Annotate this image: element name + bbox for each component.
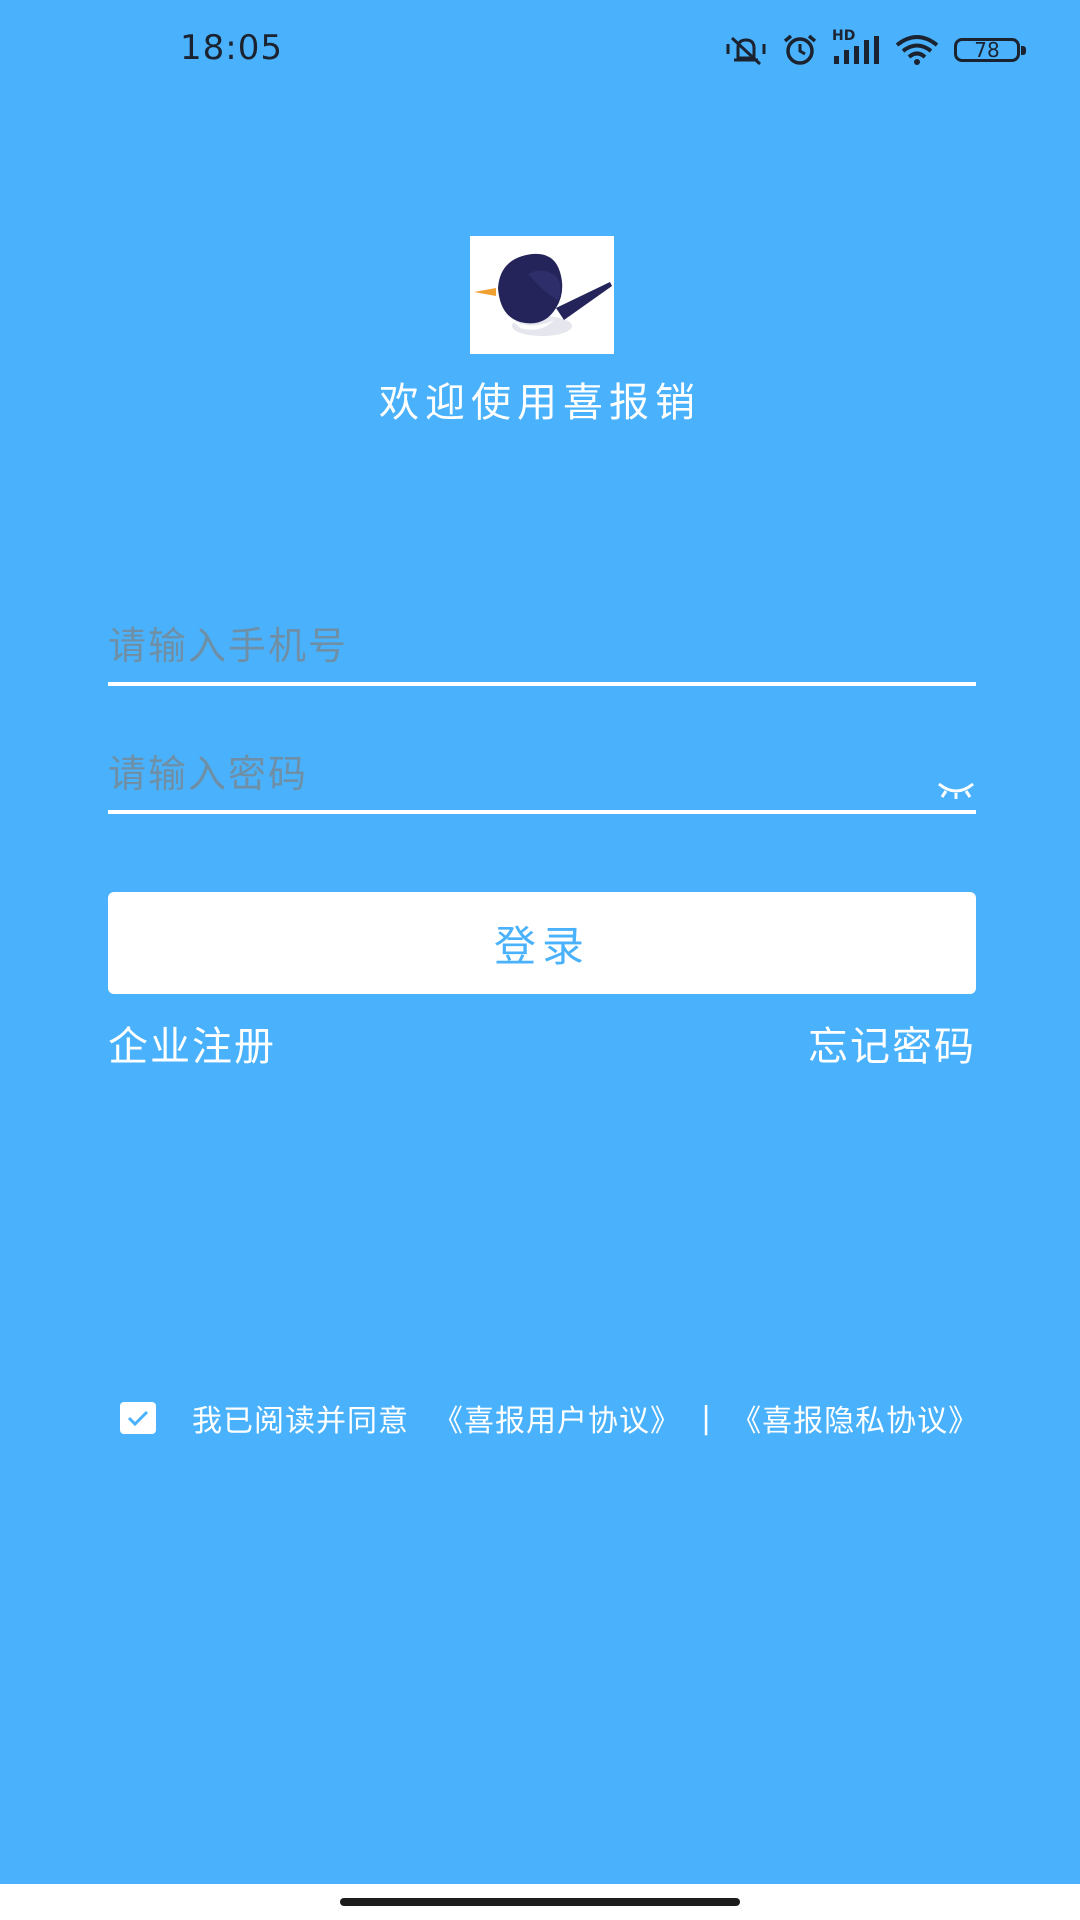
phone-input[interactable] bbox=[108, 616, 888, 676]
eye-closed-icon[interactable] bbox=[936, 778, 976, 800]
app-logo bbox=[470, 236, 614, 354]
mute-vibrate-icon bbox=[726, 36, 766, 66]
battery-icon: 78 bbox=[954, 38, 1026, 62]
forgot-password-link[interactable]: 忘记密码 bbox=[808, 1014, 976, 1072]
status-time: 18:05 bbox=[180, 28, 283, 68]
enterprise-register-link[interactable]: 企业注册 bbox=[108, 1014, 276, 1072]
check-icon bbox=[127, 1410, 149, 1427]
wifi-icon bbox=[895, 35, 939, 65]
welcome-title: 欢迎使用喜报销 bbox=[379, 380, 701, 426]
agreement-checkbox[interactable] bbox=[120, 1402, 156, 1434]
login-button[interactable]: 登录 bbox=[108, 892, 976, 994]
user-agreement-link[interactable]: 《喜报用户协议》 bbox=[433, 1396, 681, 1440]
battery-level: 78 bbox=[974, 38, 1000, 62]
signal-icon: HD bbox=[832, 28, 880, 66]
status-bar: 18:05 HD 78 bbox=[0, 0, 1080, 100]
home-indicator[interactable] bbox=[340, 1898, 740, 1906]
agreement-text: 我已阅读并同意 bbox=[192, 1404, 409, 1439]
agreement-separator: | bbox=[701, 1400, 712, 1436]
privacy-agreement-link[interactable]: 《喜报隐私协议》 bbox=[731, 1396, 979, 1440]
bird-logo-icon bbox=[474, 253, 612, 336]
alarm-icon bbox=[783, 34, 817, 65]
phone-field bbox=[108, 602, 976, 686]
password-field bbox=[108, 730, 976, 814]
agreement-row: 我已阅读并同意 《喜报用户协议》 | 《喜报隐私协议》 bbox=[120, 1396, 979, 1440]
password-input[interactable] bbox=[108, 744, 888, 804]
navigation-bar bbox=[0, 1884, 1080, 1920]
status-icons: HD 78 bbox=[724, 28, 1026, 70]
